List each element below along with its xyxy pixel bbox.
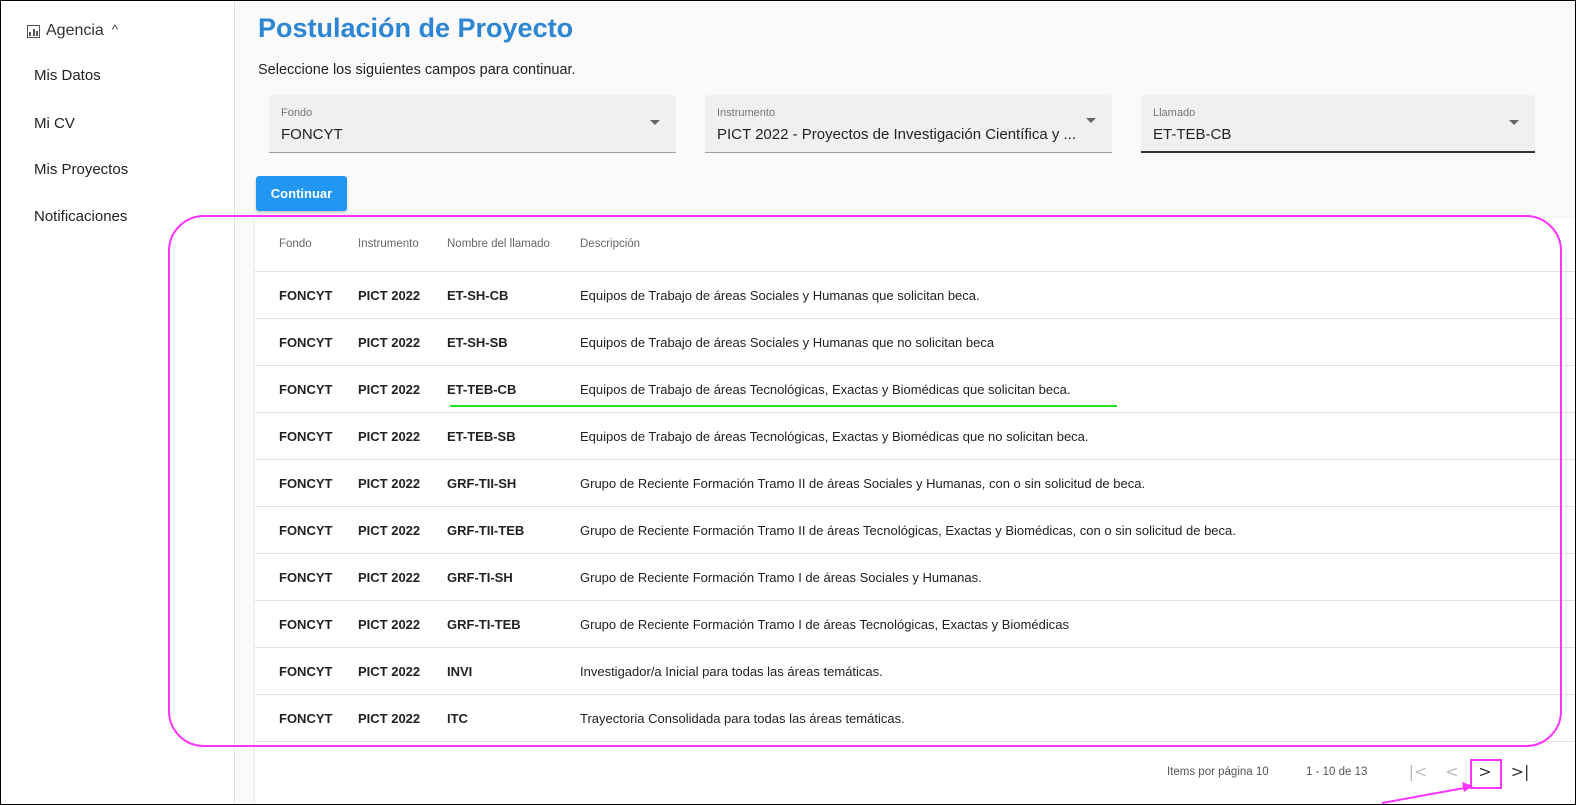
- cell-instrumento: PICT 2022: [358, 664, 421, 679]
- cell-instrumento: PICT 2022: [358, 382, 421, 397]
- table-header: Fondo Instrumento Nombre del llamado Des…: [255, 218, 1576, 272]
- dropdown-arrow-icon: [650, 120, 660, 125]
- bar-chart-icon: [27, 24, 40, 38]
- table-row[interactable]: FONCYT PICT 2022 INVI Investigador/a Ini…: [255, 648, 1576, 695]
- cell-nombre: ITC: [447, 711, 468, 726]
- fondo-select[interactable]: Fondo FONCYT: [269, 95, 676, 153]
- page-title: Postulación de Proyecto: [258, 13, 574, 43]
- header-nombre: Nombre del llamado: [447, 238, 550, 250]
- instrumento-select-label: Instrumento: [717, 107, 776, 119]
- llamados-table: Fondo Instrumento Nombre del llamado Des…: [255, 218, 1576, 805]
- cell-fondo: FONCYT: [279, 382, 333, 397]
- dropdown-arrow-icon: [1086, 118, 1096, 123]
- cell-descripcion: Grupo de Reciente Formación Tramo II de …: [580, 523, 1236, 538]
- table-row[interactable]: FONCYT PICT 2022 GRF-TI-SH Grupo de Reci…: [255, 554, 1576, 601]
- cell-descripcion: Equipos de Trabajo de áreas Sociales y H…: [580, 288, 980, 303]
- cell-nombre: ET-SH-CB: [447, 288, 509, 303]
- cell-nombre: GRF-TII-SH: [447, 476, 517, 491]
- cell-fondo: FONCYT: [279, 476, 333, 491]
- cell-instrumento: PICT 2022: [358, 617, 421, 632]
- cell-nombre: ET-TEB-CB: [447, 382, 517, 397]
- sidebar: Agencia ^ Mis Datos Mi CV Mis Proyectos …: [0, 0, 235, 805]
- table-row[interactable]: FONCYT PICT 2022 ET-SH-CB Equipos de Tra…: [255, 272, 1576, 319]
- chevron-right-icon[interactable]: >: [1472, 758, 1498, 786]
- continue-button[interactable]: Continuar: [256, 176, 347, 211]
- cell-instrumento: PICT 2022: [358, 570, 421, 585]
- cell-descripcion: Equipos de Trabajo de áreas Tecnológicas…: [580, 382, 1071, 397]
- table-row[interactable]: FONCYT PICT 2022 GRF-TI-TEB Grupo de Rec…: [255, 601, 1576, 648]
- cell-fondo: FONCYT: [279, 711, 333, 726]
- cell-fondo: FONCYT: [279, 288, 333, 303]
- sidebar-item-notificaciones[interactable]: Notificaciones: [34, 208, 127, 225]
- cell-fondo: FONCYT: [279, 335, 333, 350]
- page-range: 1 - 10 de 13: [1306, 766, 1368, 778]
- cell-descripcion: Grupo de Reciente Formación Tramo I de á…: [580, 570, 982, 585]
- sidebar-item-mis-datos[interactable]: Mis Datos: [34, 67, 101, 84]
- cell-nombre: GRF-TI-SH: [447, 570, 513, 585]
- cell-descripcion: Trayectoria Consolidada para todas las á…: [580, 711, 905, 726]
- sidebar-section-agencia[interactable]: Agencia ^: [27, 22, 118, 40]
- cell-fondo: FONCYT: [279, 429, 333, 444]
- header-descripcion: Descripción: [580, 238, 641, 250]
- sidebar-section-label: Agencia: [46, 22, 104, 39]
- cell-descripcion: Grupo de Reciente Formación Tramo I de á…: [580, 617, 1069, 632]
- cell-instrumento: PICT 2022: [358, 711, 421, 726]
- fondo-select-value: FONCYT: [281, 126, 343, 143]
- cell-instrumento: PICT 2022: [358, 288, 421, 303]
- table-row[interactable]: FONCYT PICT 2022 ITC Trayectoria Consoli…: [255, 695, 1576, 742]
- table-row[interactable]: FONCYT PICT 2022 ET-TEB-SB Equipos de Tr…: [255, 413, 1576, 460]
- instrumento-select[interactable]: Instrumento PICT 2022 - Proyectos de Inv…: [705, 95, 1112, 153]
- cell-fondo: FONCYT: [279, 523, 333, 538]
- cell-nombre: GRF-TII-TEB: [447, 523, 525, 538]
- cell-fondo: FONCYT: [279, 570, 333, 585]
- sidebar-item-mis-proyectos[interactable]: Mis Proyectos: [34, 161, 128, 178]
- cell-instrumento: PICT 2022: [358, 476, 421, 491]
- items-per-page[interactable]: Items por página 10: [1167, 766, 1269, 778]
- items-per-page-value: 10: [1255, 766, 1269, 778]
- instrumento-select-value: PICT 2022 - Proyectos de Investigación C…: [717, 126, 1077, 143]
- table-row[interactable]: FONCYT PICT 2022 ET-SH-SB Equipos de Tra…: [255, 319, 1576, 366]
- cell-instrumento: PICT 2022: [358, 335, 421, 350]
- page-subtitle: Seleccione los siguientes campos para co…: [258, 62, 576, 78]
- fondo-select-label: Fondo: [281, 107, 313, 119]
- cell-descripcion: Equipos de Trabajo de áreas Sociales y H…: [580, 335, 995, 350]
- chevron-up-icon: ^: [111, 21, 118, 37]
- table-row[interactable]: FONCYT PICT 2022 ET-TEB-CB Equipos de Tr…: [255, 366, 1576, 413]
- table-row[interactable]: FONCYT PICT 2022 GRF-TII-SH Grupo de Rec…: [255, 460, 1576, 507]
- cell-nombre: ET-SH-SB: [447, 335, 508, 350]
- table-row[interactable]: FONCYT PICT 2022 GRF-TII-TEB Grupo de Re…: [255, 507, 1576, 554]
- cell-descripcion: Grupo de Reciente Formación Tramo II de …: [580, 476, 1146, 491]
- first-page-icon[interactable]: |<: [1405, 758, 1431, 786]
- cell-nombre: INVI: [447, 664, 473, 679]
- llamado-select[interactable]: Llamado ET-TEB-CB: [1141, 95, 1535, 153]
- llamado-select-value: ET-TEB-CB: [1153, 126, 1232, 143]
- header-instrumento: Instrumento: [358, 238, 419, 250]
- header-fondo: Fondo: [279, 238, 312, 250]
- sidebar-item-mi-cv[interactable]: Mi CV: [34, 115, 75, 132]
- main-content: Postulación de Proyecto Seleccione los s…: [236, 0, 1576, 805]
- cell-nombre: ET-TEB-SB: [447, 429, 516, 444]
- dropdown-arrow-icon: [1509, 120, 1519, 125]
- cell-instrumento: PICT 2022: [358, 429, 421, 444]
- cell-fondo: FONCYT: [279, 617, 333, 632]
- llamado-select-label: Llamado: [1153, 107, 1196, 119]
- cell-instrumento: PICT 2022: [358, 523, 421, 538]
- cell-descripcion: Investigador/a Inicial para todas las ár…: [580, 664, 883, 679]
- last-page-icon[interactable]: >|: [1507, 758, 1533, 786]
- paginator: Items por página 10 1 - 10 de 13 |< < > …: [255, 740, 1576, 805]
- chevron-left-icon[interactable]: <: [1439, 758, 1465, 786]
- cell-fondo: FONCYT: [279, 664, 333, 679]
- items-per-page-label: Items por página: [1167, 766, 1253, 778]
- cell-descripcion: Equipos de Trabajo de áreas Tecnológicas…: [580, 429, 1089, 444]
- cell-nombre: GRF-TI-TEB: [447, 617, 521, 632]
